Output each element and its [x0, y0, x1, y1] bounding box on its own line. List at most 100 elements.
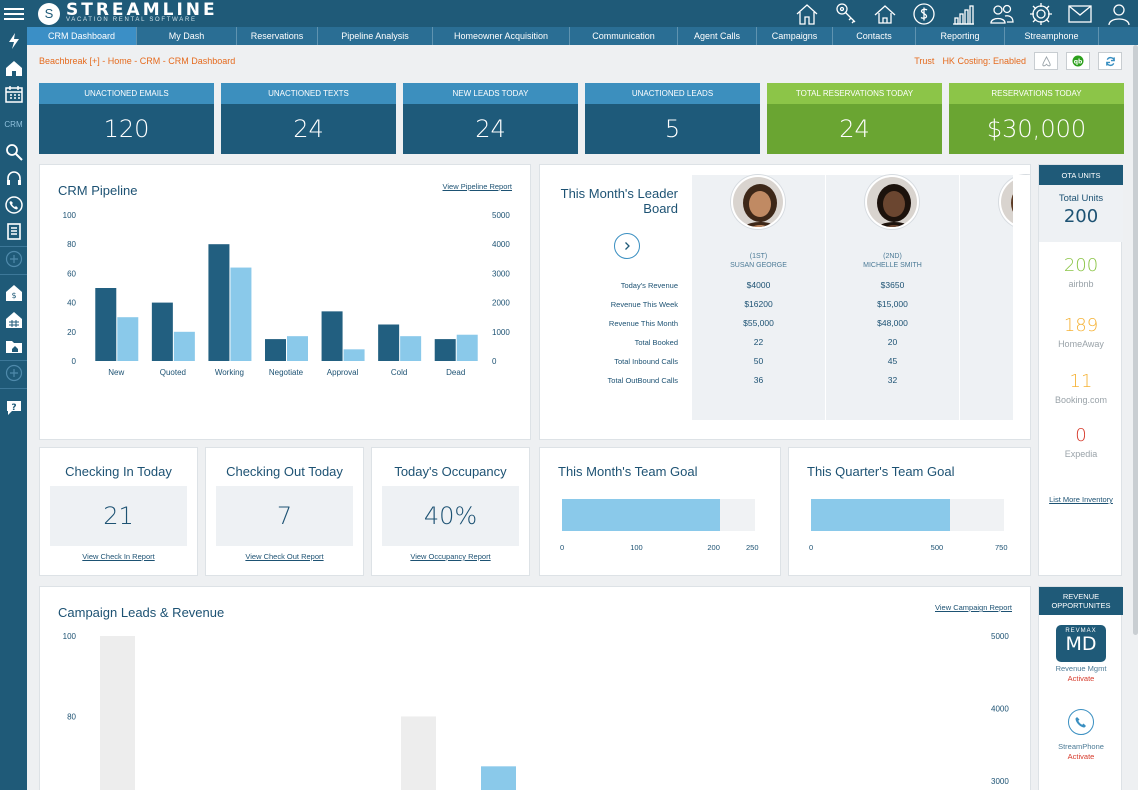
y-tick-label: 20 — [67, 328, 76, 337]
stat-card[interactable]: Unactioned Emails 120 — [39, 83, 214, 154]
page-scrollbar[interactable] — [1133, 45, 1138, 635]
pipeline-chart: 020406080100010002000300040005000New Quot… — [63, 211, 511, 377]
y2-tick-label: 3000 — [492, 269, 510, 278]
user-icon[interactable] — [1099, 0, 1138, 27]
help-icon[interactable]: ? — [0, 395, 27, 419]
today-stat-report-link[interactable]: View Check In Report — [40, 552, 197, 561]
house-dollar-icon[interactable]: $ — [0, 281, 27, 305]
breadcrumb[interactable]: Beachbreak [+] - Home - CRM - CRM Dashbo… — [39, 56, 235, 66]
tab-homeowner-acquisition[interactable]: Homeowner Acquisition — [433, 27, 570, 45]
agent-name: MICHELLE SMITH — [863, 262, 922, 269]
ota-channel-value: 11 — [1069, 371, 1093, 392]
bar-series-1[interactable] — [265, 339, 286, 361]
stat-card[interactable]: New Leads Today 24 — [403, 83, 578, 154]
users-icon[interactable] — [982, 0, 1021, 27]
leader-row-label: Today's Revenue — [620, 281, 678, 290]
house-icon[interactable] — [865, 0, 904, 27]
search-icon[interactable] — [0, 140, 27, 164]
stat-card[interactable]: Unactioned Leads 5 — [585, 83, 760, 154]
next-agent-button[interactable] — [614, 233, 640, 259]
goal-tick-label: 0 — [560, 543, 565, 552]
x-tick-label: New — [108, 368, 124, 377]
tab-campaigns[interactable]: Campaigns — [757, 27, 833, 45]
stat-card[interactable]: Reservations Today $30,000 — [949, 83, 1124, 154]
quickbooks-button[interactable]: qb — [1066, 52, 1090, 70]
today-stat-report-link[interactable]: View Check Out Report — [206, 552, 363, 561]
team-goal-title: This Quarter's Team Goal — [807, 464, 955, 479]
goal-tick-label: 100 — [630, 543, 643, 552]
bar-series-1[interactable] — [321, 311, 343, 361]
bar-series-2[interactable] — [343, 349, 365, 361]
phone-icon[interactable] — [0, 193, 27, 217]
goal-tick-label: 200 — [707, 543, 720, 552]
total-units-label: Total Units — [1058, 193, 1104, 204]
mail-icon[interactable] — [1060, 0, 1099, 27]
menu-icon[interactable] — [0, 0, 27, 27]
add-circle-icon[interactable] — [0, 247, 27, 271]
tab-streamphone[interactable]: Streamphone — [1005, 27, 1099, 45]
add-circle-icon[interactable] — [0, 361, 27, 385]
airbnb-button[interactable] — [1034, 52, 1058, 70]
leader-value: $4000 — [746, 280, 771, 290]
bar-series-2[interactable] — [400, 336, 422, 361]
bar-series-2[interactable] — [117, 317, 139, 361]
y2-tick-label: 5000 — [991, 632, 1009, 641]
tab-communication[interactable]: Communication — [570, 27, 678, 45]
bar-series-1[interactable] — [378, 324, 400, 362]
logo[interactable]: S STREAMLINE VACATION RENTAL SOFTWARE — [38, 0, 218, 27]
lightning-icon[interactable] — [0, 29, 27, 53]
tab-crm-dashboard[interactable]: CRM Dashboard — [27, 27, 137, 45]
today-stat-report-link[interactable]: View Occupancy Report — [372, 552, 529, 561]
stat-card[interactable]: Unactioned Texts 24 — [221, 83, 396, 154]
x-tick-label: Negotiate — [269, 368, 304, 377]
folder-house-icon[interactable] — [0, 334, 27, 358]
avatar — [731, 175, 785, 229]
revmax-logo[interactable]: REVMAX MD — [1056, 625, 1106, 662]
revenue-mgmt-activate-link[interactable]: Activate — [1039, 674, 1123, 683]
tab-my-dash[interactable]: My Dash — [137, 27, 237, 45]
bar-series-2[interactable] — [173, 331, 195, 361]
campaign-bar[interactable] — [100, 636, 135, 790]
campaign-bar[interactable] — [401, 716, 436, 790]
y2-tick-label: 3000 — [991, 777, 1009, 786]
trust-link[interactable]: Trust — [914, 56, 934, 66]
dollar-icon[interactable] — [904, 0, 943, 27]
keys-icon[interactable] — [826, 0, 865, 27]
gear-icon[interactable] — [1021, 0, 1060, 27]
bar-chart-icon[interactable] — [943, 0, 982, 27]
streamphone-activate-link[interactable]: Activate — [1039, 752, 1123, 761]
clipboard-icon[interactable] — [0, 219, 27, 243]
bar-series-2[interactable] — [230, 267, 252, 361]
campaign-chart: 6080100300040005000 — [63, 632, 1009, 790]
today-stat-value: 21 — [50, 486, 187, 546]
bar-series-1[interactable] — [434, 339, 456, 361]
x-tick-label: Quoted — [160, 368, 186, 377]
bar-series-2[interactable] — [287, 336, 308, 361]
calendar-icon[interactable] — [0, 82, 27, 106]
headset-icon[interactable] — [0, 167, 27, 191]
leader-row-label: Total Booked — [634, 338, 678, 347]
stat-card[interactable]: Total Reservations Today 24 — [767, 83, 942, 154]
tab-agent-calls[interactable]: Agent Calls — [678, 27, 757, 45]
home-icon[interactable] — [0, 56, 27, 80]
list-more-inventory-link[interactable]: List More Inventory — [1039, 495, 1123, 504]
home-icon[interactable] — [787, 0, 826, 27]
campaign-bar[interactable] — [481, 766, 516, 790]
leader-board-title: This Month's Leader Board — [560, 186, 678, 216]
tab-contacts[interactable]: Contacts — [833, 27, 916, 45]
refresh-button[interactable] — [1098, 52, 1122, 70]
bar-series-2[interactable] — [456, 334, 478, 361]
tab-reporting[interactable]: Reporting — [916, 27, 1005, 45]
bar-series-1[interactable] — [208, 244, 230, 361]
ota-bookingcom-logo: Booking.com — [1054, 395, 1108, 405]
bar-series-1[interactable] — [151, 302, 173, 361]
ota-channel-value: 0 — [1075, 425, 1087, 446]
property-calendar-icon[interactable] — [0, 308, 27, 332]
x-tick-label: Dead — [446, 368, 465, 377]
tab-pipeline-analysis[interactable]: Pipeline Analysis — [318, 27, 433, 45]
tab-reservations[interactable]: Reservations — [237, 27, 318, 45]
streamphone-icon[interactable] — [1068, 709, 1094, 735]
hk-costing-link[interactable]: HK Costing: Enabled — [942, 56, 1026, 66]
svg-text:$: $ — [11, 291, 16, 300]
bar-series-1[interactable] — [95, 288, 117, 361]
